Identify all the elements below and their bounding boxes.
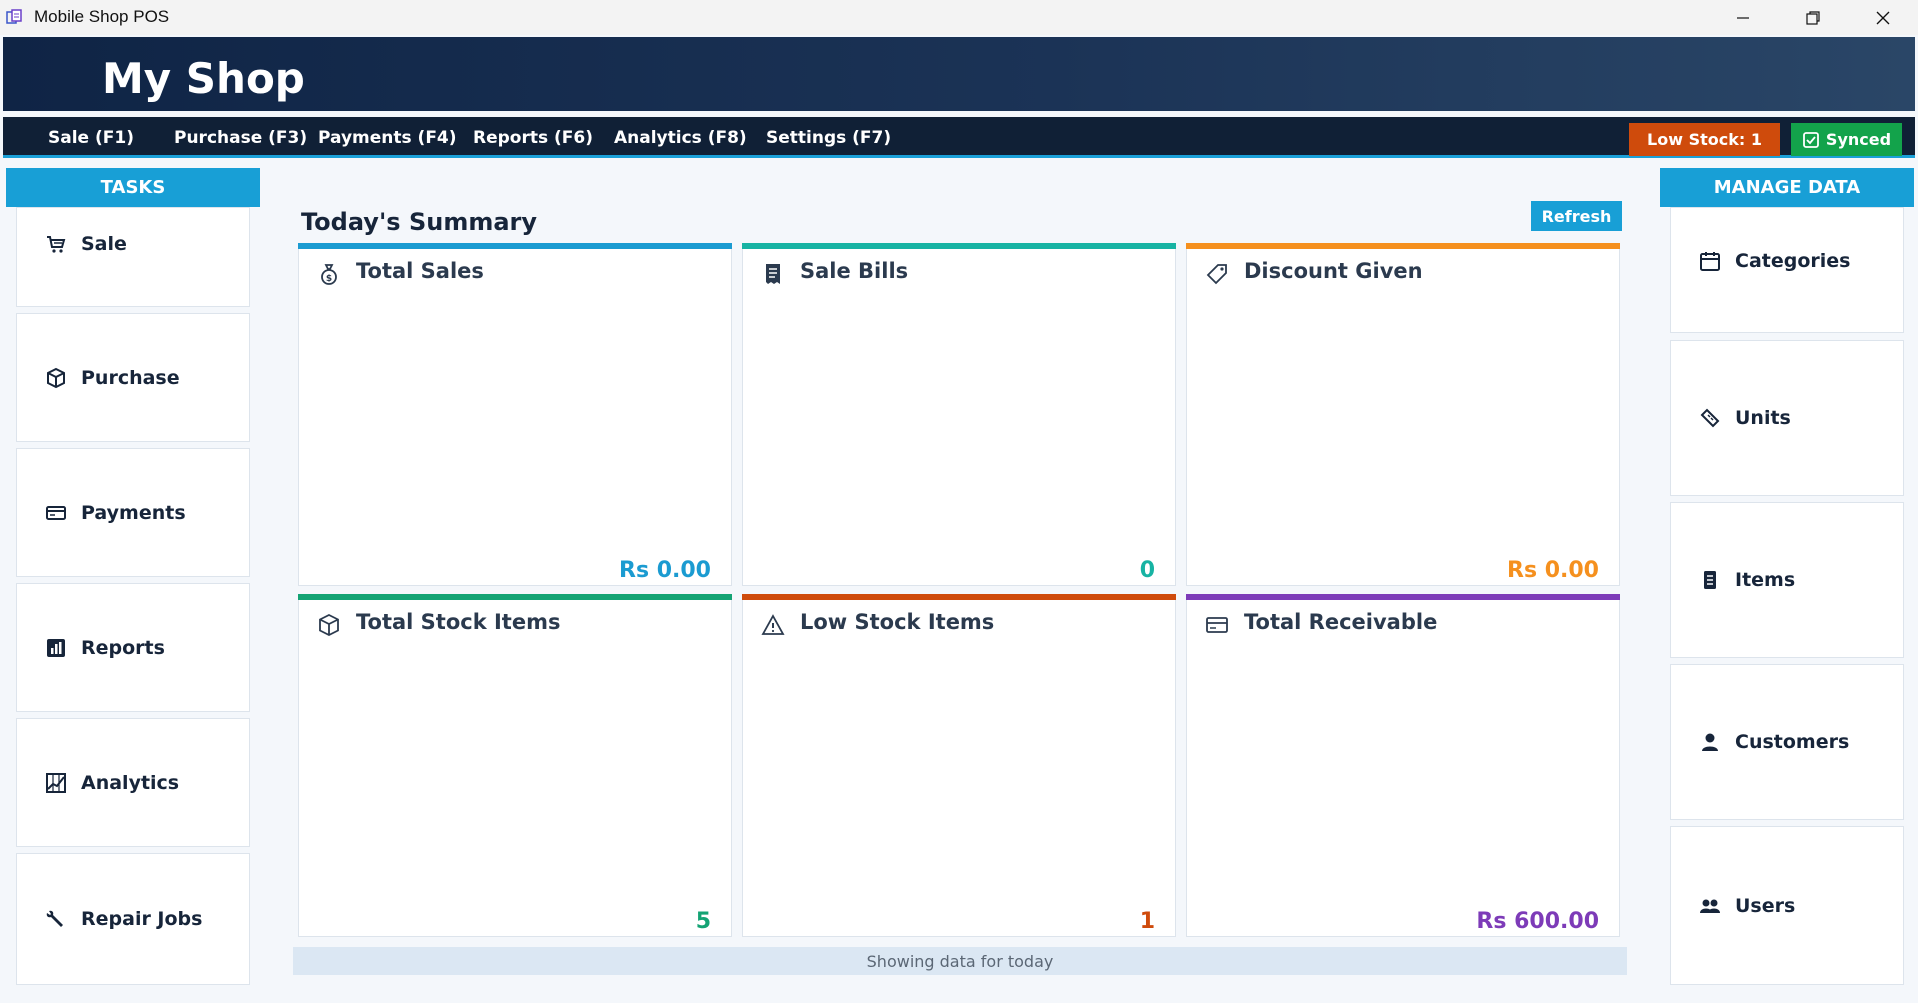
card-accent-bar [298, 594, 732, 600]
card-title: Total Receivable [1244, 610, 1438, 634]
card-value: Rs 600.00 [1476, 909, 1599, 934]
task-analytics-button[interactable]: Analytics [16, 718, 250, 847]
card-title: Total Stock Items [356, 610, 561, 634]
manage-items-button[interactable]: Items [1670, 502, 1904, 658]
box-icon [317, 613, 341, 637]
menu-payments[interactable]: Payments (F4) [318, 128, 457, 148]
manage-data-header: MANAGE DATA [1660, 168, 1914, 207]
box-icon [45, 367, 67, 389]
sale-bills-card: Sale Bills 0 [742, 243, 1176, 586]
synced-label: Synced [1825, 130, 1892, 149]
synced-badge[interactable]: Synced [1791, 123, 1902, 156]
task-reports-button[interactable]: Reports [16, 583, 250, 712]
card-value: Rs 0.00 [1507, 558, 1599, 583]
report-icon [45, 637, 67, 659]
manage-categories-button[interactable]: Categories [1670, 207, 1904, 333]
card-value: 1 [1139, 909, 1155, 934]
card-accent-bar [742, 594, 1176, 600]
restore-icon [1806, 10, 1820, 25]
low-stock-items-card: Low Stock Items 1 [742, 594, 1176, 937]
task-purchase-label: Purchase [81, 366, 180, 389]
window-title: Mobile Shop POS [34, 7, 170, 26]
card-value: Rs 0.00 [619, 558, 711, 583]
restore-button[interactable] [1778, 0, 1848, 35]
refresh-button[interactable]: Refresh [1531, 201, 1622, 231]
manage-customers-button[interactable]: Customers [1670, 664, 1904, 820]
tag-icon [1205, 262, 1229, 286]
tasks-header: TASKS [6, 168, 260, 207]
task-analytics-label: Analytics [81, 771, 180, 794]
check-box-icon [1803, 131, 1819, 148]
ruler-icon [1699, 407, 1721, 429]
manage-customers-label: Customers [1735, 731, 1850, 753]
task-repair-jobs-button[interactable]: Repair Jobs [16, 853, 250, 985]
app-header: My Shop [3, 37, 1915, 111]
app-icon [6, 9, 22, 25]
warning-icon [761, 613, 785, 637]
menu-settings[interactable]: Settings (F7) [766, 128, 891, 148]
summary-title: Today's Summary [301, 208, 538, 236]
manage-users-button[interactable]: Users [1670, 826, 1904, 985]
card-title: Sale Bills [800, 259, 909, 283]
menu-analytics[interactable]: Analytics (F8) [614, 128, 747, 148]
card-value: 0 [1139, 558, 1155, 583]
total-sales-card: $ Total Sales Rs 0.00 [298, 243, 732, 586]
task-sale-button[interactable]: Sale [16, 207, 250, 307]
card-accent-bar [1186, 594, 1620, 600]
task-payments-button[interactable]: Payments [16, 448, 250, 577]
menu-purchase[interactable]: Purchase (F3) [174, 128, 307, 148]
manage-users-label: Users [1735, 894, 1796, 917]
calendar-icon [1699, 250, 1721, 272]
card-title: Total Sales [356, 259, 484, 283]
status-bar: Showing data for today [293, 947, 1627, 975]
card-icon [1205, 613, 1229, 637]
card-title: Discount Given [1244, 259, 1423, 283]
manage-units-button[interactable]: Units [1670, 340, 1904, 496]
close-icon [1876, 11, 1890, 24]
card-value: 5 [695, 909, 711, 934]
card-icon [45, 502, 67, 524]
minimize-button[interactable] [1708, 0, 1778, 35]
receipt-icon [761, 262, 785, 286]
card-title: Low Stock Items [800, 610, 995, 634]
minimize-icon [1737, 16, 1749, 19]
total-receivable-card: Total Receivable Rs 600.00 [1186, 594, 1620, 937]
total-stock-items-card: Total Stock Items 5 [298, 594, 732, 937]
discount-given-card: Discount Given Rs 0.00 [1186, 243, 1620, 586]
card-accent-bar [1186, 243, 1620, 249]
task-sale-label: Sale [81, 233, 127, 255]
manage-categories-label: Categories [1735, 250, 1851, 272]
menu-sale[interactable]: Sale (F1) [48, 128, 134, 148]
window-titlebar: Mobile Shop POS [0, 0, 1918, 35]
money-bag-icon: $ [317, 262, 341, 286]
task-reports-label: Reports [81, 636, 165, 659]
card-accent-bar [298, 243, 732, 249]
task-repair-jobs-label: Repair Jobs [81, 908, 203, 930]
close-button[interactable] [1848, 0, 1918, 35]
manage-items-label: Items [1735, 569, 1796, 591]
manage-units-label: Units [1735, 407, 1791, 429]
chart-icon [45, 772, 67, 794]
task-purchase-button[interactable]: Purchase [16, 313, 250, 442]
low-stock-badge[interactable]: Low Stock: 1 [1629, 123, 1780, 156]
cart-icon [45, 233, 67, 255]
wrench-icon [45, 908, 67, 930]
shop-name: My Shop [102, 54, 305, 103]
svg-text:$: $ [326, 274, 332, 284]
users-icon [1699, 895, 1721, 917]
task-payments-label: Payments [81, 501, 186, 524]
user-icon [1699, 731, 1721, 753]
menu-reports[interactable]: Reports (F6) [473, 128, 593, 148]
card-accent-bar [742, 243, 1176, 249]
list-icon [1699, 569, 1721, 591]
